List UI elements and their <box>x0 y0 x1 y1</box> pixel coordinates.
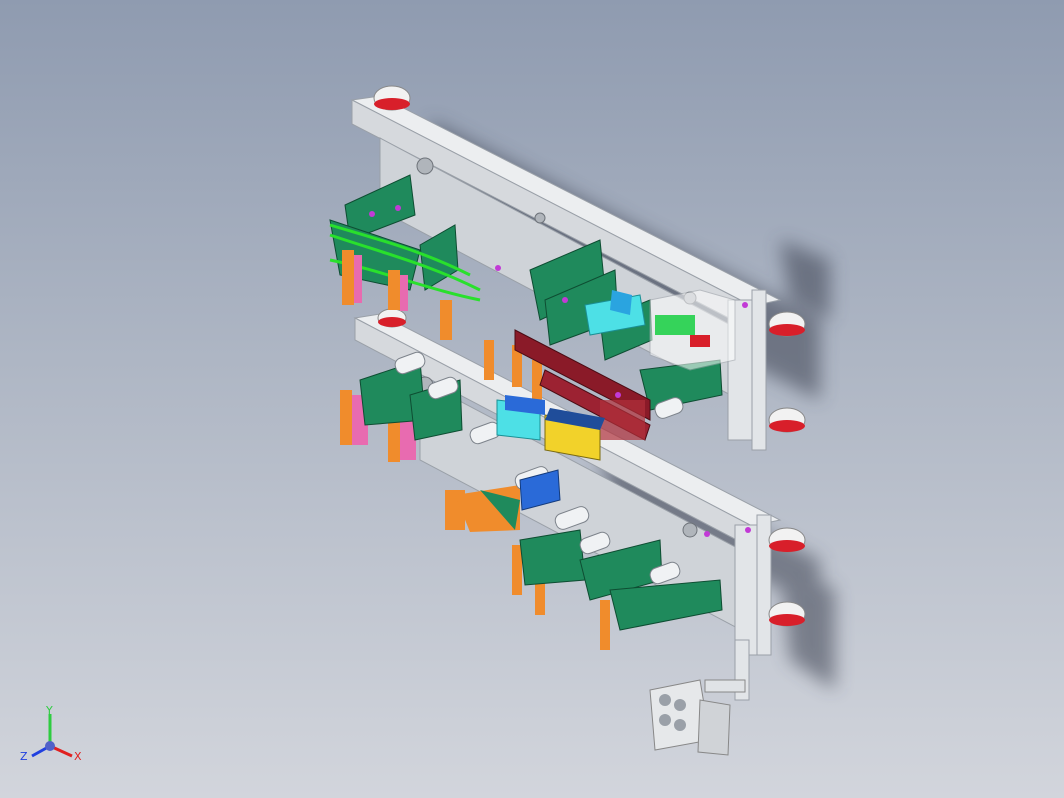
wheel-1 <box>373 85 411 111</box>
electrical-boxes[interactable] <box>649 679 746 756</box>
wheel-4 <box>768 527 806 553</box>
wheel-3 <box>768 407 806 433</box>
axis-y-label: Y <box>45 704 53 717</box>
cad-viewport[interactable]: Y X Z <box>0 0 1064 798</box>
assembly-model[interactable] <box>0 0 1064 798</box>
wheel-6 <box>377 308 407 328</box>
wheel-2 <box>768 311 806 337</box>
axis-triad: Y X Z <box>20 704 82 763</box>
axis-z-label: Z <box>20 750 28 763</box>
axis-x-label: X <box>74 750 82 763</box>
valve-manifold-housing[interactable] <box>649 289 736 371</box>
wheel-5 <box>768 601 806 627</box>
